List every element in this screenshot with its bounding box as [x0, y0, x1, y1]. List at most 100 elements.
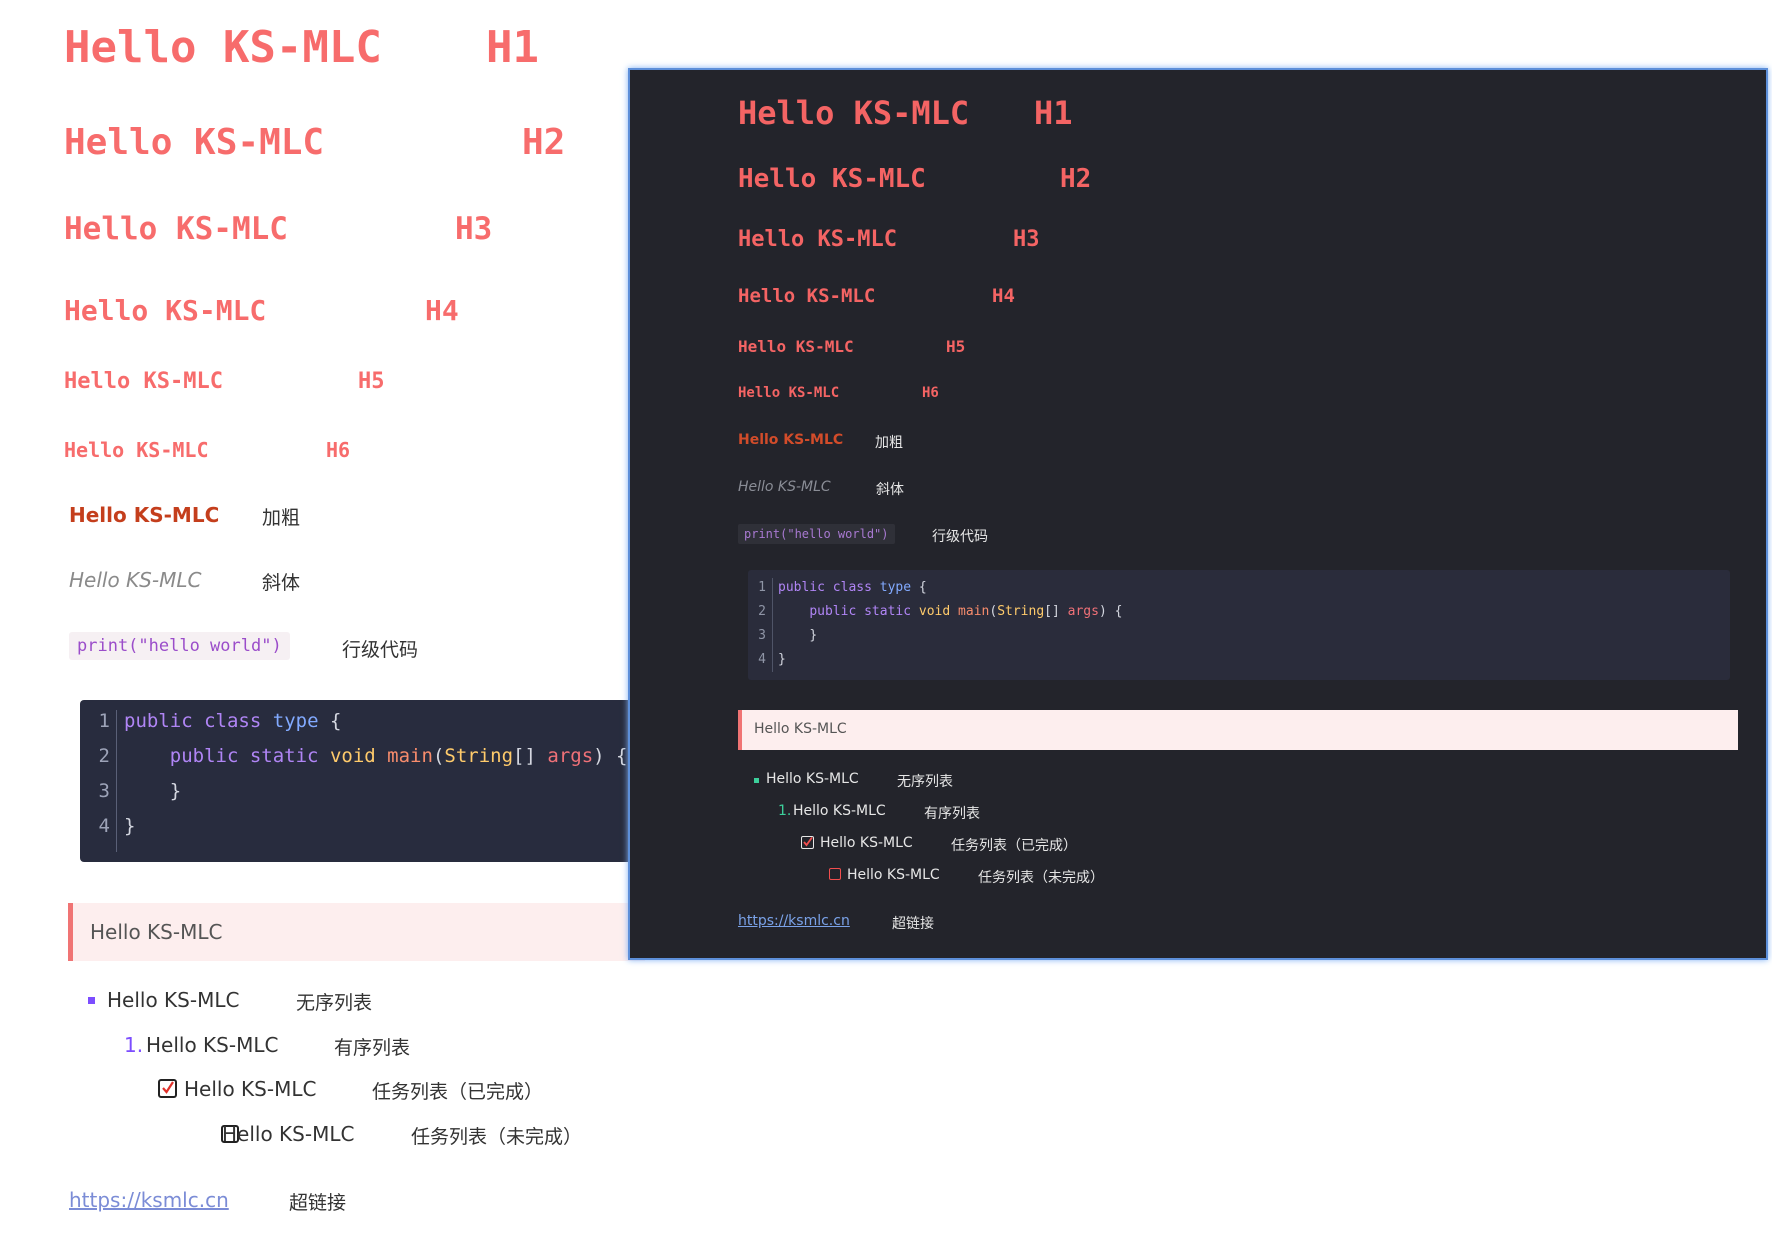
- blockquote-text: Hello KS-MLC: [754, 721, 847, 737]
- heading-3: Hello KS-MLC: [738, 227, 897, 252]
- code-token: {: [616, 745, 628, 767]
- code-token: static: [864, 604, 912, 619]
- code-line: }: [778, 652, 786, 667]
- heading-2: Hello KS-MLC: [738, 164, 926, 194]
- code-token: {: [1114, 604, 1123, 619]
- code-gutter: [116, 710, 117, 852]
- line-number: 4: [98, 815, 110, 837]
- heading-5-tag: H5: [358, 369, 385, 394]
- heading-6: Hello KS-MLC: [738, 385, 840, 401]
- code-token: public: [778, 580, 825, 595]
- bold-label: 加粗: [262, 507, 301, 529]
- code-block: 1 2 3 4 public class type { public stati…: [80, 700, 640, 862]
- hyperlink[interactable]: https://ksmlc.cn: [738, 913, 850, 929]
- heading-6: Hello KS-MLC: [64, 438, 209, 462]
- heading-5-tag: H5: [946, 337, 966, 356]
- italic-label: 斜体: [876, 482, 904, 498]
- task-todo-text: Hello KS-MLC: [222, 1122, 355, 1146]
- code-token: args: [547, 745, 594, 767]
- code-token: (: [989, 604, 998, 619]
- task-done-label: 任务列表（已完成）: [951, 838, 1077, 854]
- code-token: String: [444, 745, 514, 767]
- code-token: class: [832, 580, 872, 595]
- checkbox-checked-icon[interactable]: [158, 1079, 177, 1098]
- line-number: 3: [758, 628, 766, 643]
- code-token: type: [879, 580, 912, 595]
- blockquote: Hello KS-MLC: [68, 903, 645, 961]
- line-number: 2: [758, 604, 766, 619]
- line-number: 1: [98, 710, 110, 732]
- task-todo-text: Hello KS-MLC: [847, 867, 940, 883]
- code-block: 1 2 3 4 public class type { public stati…: [748, 570, 1730, 680]
- code-line: public static void main(String[] args) {: [778, 604, 1122, 619]
- code-token: }: [169, 780, 182, 802]
- ordered-item-text: Hello KS-MLC: [793, 803, 886, 819]
- code-line: public static void main(String[] args) {: [124, 745, 628, 767]
- heading-4-tag: H4: [992, 285, 1015, 307]
- code-line: public class type {: [124, 710, 341, 732]
- code-token: class: [204, 710, 262, 732]
- code-line: }: [124, 815, 135, 837]
- task-todo-label: 任务列表（未完成）: [978, 870, 1104, 886]
- heading-1: Hello KS-MLC: [738, 94, 970, 132]
- code-token: }: [778, 652, 786, 667]
- unordered-item-text: Hello KS-MLC: [107, 988, 240, 1012]
- heading-3: Hello KS-MLC: [64, 211, 288, 247]
- inline-code: print("hello world"): [738, 524, 895, 544]
- code-token: String: [997, 604, 1045, 619]
- hyperlink[interactable]: https://ksmlc.cn: [69, 1188, 229, 1212]
- checkbox-checked-icon[interactable]: [801, 836, 814, 849]
- code-token: []: [513, 745, 536, 767]
- heading-3-tag: H3: [1013, 227, 1040, 252]
- blockquote: Hello KS-MLC: [738, 710, 1738, 750]
- heading-4: Hello KS-MLC: [64, 294, 267, 327]
- code-token: main: [387, 745, 433, 767]
- code-token: void: [918, 604, 951, 619]
- task-todo-label: 任务列表（未完成）: [411, 1126, 583, 1148]
- ordered-item-label: 有序列表: [924, 806, 980, 822]
- task-done-label: 任务列表（已完成）: [372, 1081, 544, 1103]
- inline-code: print("hello world"): [69, 632, 290, 660]
- heading-2: Hello KS-MLC: [64, 122, 325, 163]
- italic-text: Hello KS-MLC: [69, 568, 202, 592]
- blockquote-text: Hello KS-MLC: [90, 920, 223, 944]
- checkbox-unchecked-icon[interactable]: [829, 868, 841, 880]
- light-theme-preview: Hello KS-MLC H1 Hello KS-MLC H2 Hello KS…: [0, 0, 1772, 1214]
- hyperlink-label: 超链接: [892, 916, 934, 932]
- hyperlink-label: 超链接: [289, 1192, 347, 1214]
- ordered-item-text: Hello KS-MLC: [146, 1033, 279, 1057]
- code-token: ): [593, 745, 605, 767]
- code-token: }: [124, 815, 136, 837]
- code-token: {: [329, 710, 342, 732]
- code-token: type: [272, 710, 319, 732]
- code-token: []: [1044, 604, 1060, 619]
- heading-1: Hello KS-MLC: [64, 22, 382, 73]
- bold-label: 加粗: [875, 435, 903, 451]
- code-token: static: [249, 745, 319, 767]
- line-number: 4: [758, 652, 766, 667]
- code-line: }: [778, 628, 817, 643]
- code-line: }: [124, 780, 181, 802]
- line-number: 2: [98, 745, 110, 767]
- code-token: main: [958, 604, 990, 619]
- heading-2-tag: H2: [522, 122, 566, 163]
- heading-6-tag: H6: [326, 438, 351, 462]
- dark-theme-preview: Hello KS-MLC H1 Hello KS-MLC H2 Hello KS…: [628, 68, 1768, 960]
- code-token: ): [1098, 604, 1107, 619]
- ordered-item-label: 有序列表: [334, 1037, 411, 1059]
- code-token: args: [1067, 604, 1099, 619]
- line-number: 3: [98, 780, 110, 802]
- heading-1-tag: H1: [1034, 94, 1073, 132]
- heading-1-tag: H1: [486, 22, 539, 73]
- line-number: 1: [758, 580, 766, 595]
- code-token: public: [169, 745, 239, 767]
- italic-text: Hello KS-MLC: [738, 479, 831, 495]
- code-token: public: [809, 604, 857, 619]
- task-done-text: Hello KS-MLC: [184, 1077, 317, 1101]
- heading-4: Hello KS-MLC: [738, 285, 876, 307]
- heading-6-tag: H6: [922, 385, 939, 401]
- heading-4-tag: H4: [425, 294, 459, 327]
- bold-text: Hello KS-MLC: [69, 503, 220, 527]
- heading-3-tag: H3: [455, 211, 493, 247]
- bold-text: Hello KS-MLC: [738, 432, 844, 448]
